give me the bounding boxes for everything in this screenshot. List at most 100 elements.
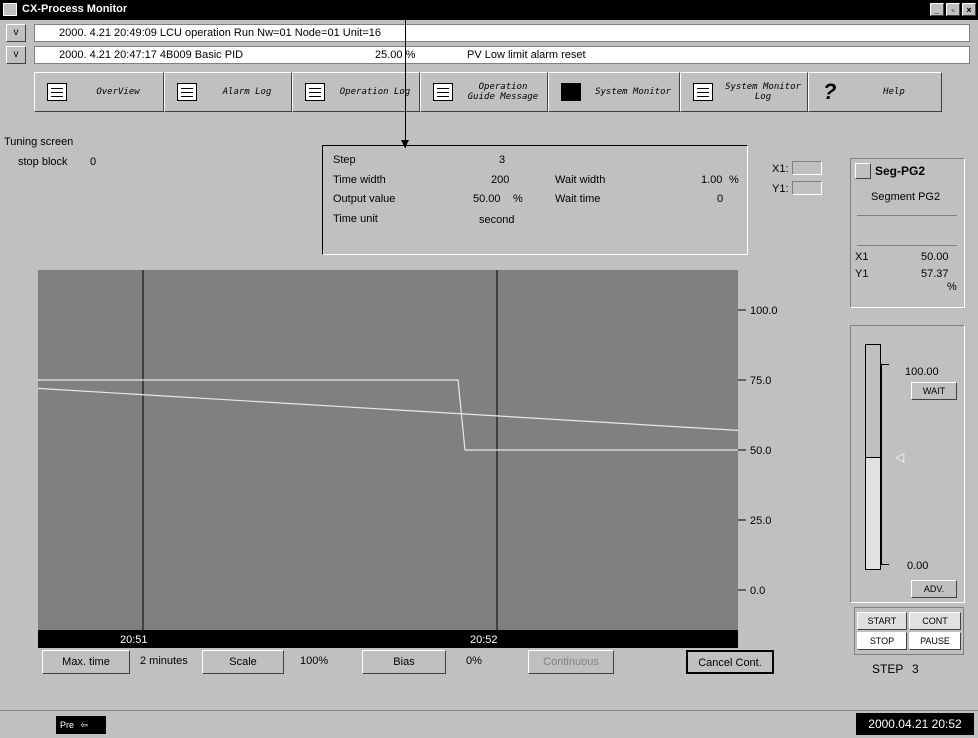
tick <box>881 564 889 565</box>
operation-log-icon <box>305 83 325 101</box>
start-button[interactable]: START <box>857 612 907 630</box>
tick <box>881 364 889 365</box>
message-note: PV Low limit alarm reset <box>467 49 586 61</box>
message-expand-button[interactable]: v <box>6 46 26 64</box>
close-button[interactable]: × <box>962 3 976 16</box>
y-tick-label: 75.0 <box>750 375 771 387</box>
segment-name: Seg-PG2 <box>875 164 926 178</box>
system-monitor-log-button[interactable]: System Monitor Log <box>680 72 808 112</box>
system-monitor-button[interactable]: System Monitor <box>548 72 680 112</box>
message-line: 2000. 4.21 20:49:09 LCU operation Run Nw… <box>59 27 381 39</box>
scale-button[interactable]: Scale <box>202 650 284 674</box>
wait-time-value: 0 <box>717 193 724 205</box>
time-width-label: Time width <box>333 174 386 186</box>
y1-label: Y1 <box>855 268 869 280</box>
level-bar <box>865 344 881 570</box>
step-indicator-value: 3 <box>912 662 919 676</box>
y1-value: 57.37 <box>921 268 949 280</box>
alarm-log-button[interactable]: Alarm Log <box>164 72 292 112</box>
status-bar: Pre ⇦ 2000.04.21 20:52 <box>0 710 978 738</box>
annotation-line <box>405 0 406 148</box>
message-row: v 2000. 4.21 20:47:17 4B009 Basic PID 25… <box>4 44 976 66</box>
operation-guide-message-button[interactable]: Operation Guide Message <box>420 72 548 112</box>
y-tick-label: 50.0 <box>750 445 771 457</box>
system-monitor-icon <box>561 83 581 101</box>
stop-button[interactable]: STOP <box>857 632 907 650</box>
setpoint-pointer-icon: ◁ <box>895 450 905 464</box>
title-bar: CX-Process Monitor _ ▫ × <box>0 0 978 20</box>
operation-guide-icon <box>433 83 453 101</box>
back-arrow-icon: ⇦ <box>80 720 89 730</box>
y1-label: Y1: <box>772 183 789 195</box>
x1-label: X1 <box>855 251 869 263</box>
message-text: 2000. 4.21 20:47:17 4B009 Basic PID 25.0… <box>34 46 970 64</box>
overview-button[interactable]: OverView <box>34 72 164 112</box>
wait-width-unit: % <box>729 174 739 186</box>
message-text: 2000. 4.21 20:49:09 LCU operation Run Nw… <box>34 24 970 42</box>
run-controls: START CONT STOP PAUSE <box>854 607 964 655</box>
level-bar-fill <box>866 457 880 569</box>
bar-min-label: 0.00 <box>907 560 929 572</box>
clock: 2000.04.21 20:52 <box>856 713 974 735</box>
output-value-label: Output value <box>333 193 396 205</box>
help-button[interactable]: ? Help <box>808 72 942 112</box>
segment-control-panel: 100.00 0.00 WAIT ◁ ADV. <box>850 325 965 603</box>
pause-button[interactable]: PAUSE <box>909 632 961 650</box>
step-info-panel: Step 3 Time width 200 Wait width 1.00 % … <box>322 145 748 255</box>
continuous-button[interactable]: Continuous <box>528 650 614 674</box>
previous-label: Pre <box>60 720 75 730</box>
app-icon <box>3 3 17 16</box>
x1-value: 50.00 <box>921 251 949 263</box>
overview-icon <box>47 83 67 101</box>
divider <box>857 245 957 246</box>
help-icon: ? <box>823 79 837 104</box>
cancel-cont-button[interactable]: Cancel Cont. <box>686 650 774 674</box>
y-tick-label: 25.0 <box>750 515 771 527</box>
message-value: 25.00 % <box>375 49 416 61</box>
system-monitor-log-icon <box>693 83 713 101</box>
wait-width-value: 1.00 <box>701 174 723 186</box>
trend-chart[interactable]: 20:51 20:52 100.0 75.0 50.0 25.0 0.0 <box>38 270 798 650</box>
y1-unit: % <box>947 281 957 293</box>
output-value-unit: % <box>513 193 523 205</box>
step-value: 3 <box>499 154 506 166</box>
message-row: v 2000. 4.21 20:49:09 LCU operation Run … <box>4 22 976 44</box>
message-expand-button[interactable]: v <box>6 24 26 42</box>
x-tick-label: 20:51 <box>120 634 148 646</box>
output-value-value: 50.00 <box>473 193 501 205</box>
x-tick-label: 20:52 <box>470 634 498 646</box>
wait-button[interactable]: WAIT <box>911 382 957 400</box>
y-tick-label: 0.0 <box>750 585 765 597</box>
stop-block-value: 0 <box>90 156 97 168</box>
cont-button[interactable]: CONT <box>909 612 961 630</box>
page-title: Tuning screen <box>4 136 74 148</box>
time-unit-value: second <box>479 214 515 226</box>
y-tick-label: 100.0 <box>750 305 778 317</box>
max-time-value: 2 minutes <box>140 655 188 667</box>
time-unit-label: Time unit <box>333 213 378 225</box>
time-width-value: 200 <box>491 174 510 186</box>
segment-select-button[interactable] <box>855 163 871 179</box>
scale-line <box>881 364 882 564</box>
bias-value: 0% <box>466 655 482 667</box>
stop-block-label: stop block <box>18 156 68 168</box>
max-time-button[interactable]: Max. time <box>42 650 130 674</box>
operation-log-button[interactable]: Operation Log <box>292 72 420 112</box>
wait-time-label: Wait time <box>555 193 601 205</box>
previous-button[interactable]: Pre ⇦ <box>56 716 106 734</box>
alarm-log-icon <box>177 83 197 101</box>
maximize-button[interactable]: ▫ <box>946 3 960 16</box>
x1-label: X1: <box>772 163 789 175</box>
x1-readout <box>792 161 822 175</box>
bias-button[interactable]: Bias <box>362 650 446 674</box>
window-title: CX-Process Monitor <box>22 3 128 15</box>
adv-button[interactable]: ADV. <box>911 580 957 598</box>
step-label: Step <box>333 154 356 166</box>
scale-value: 100% <box>300 655 329 667</box>
minimize-button[interactable]: _ <box>930 3 944 16</box>
toolbar: OverView Alarm Log Operation Log Operati… <box>4 68 976 114</box>
segment-description: Segment PG2 <box>871 191 941 203</box>
message-line: 2000. 4.21 20:47:17 4B009 Basic PID <box>59 49 244 61</box>
y1-readout <box>792 181 822 195</box>
bar-max-label: 100.00 <box>905 366 939 378</box>
